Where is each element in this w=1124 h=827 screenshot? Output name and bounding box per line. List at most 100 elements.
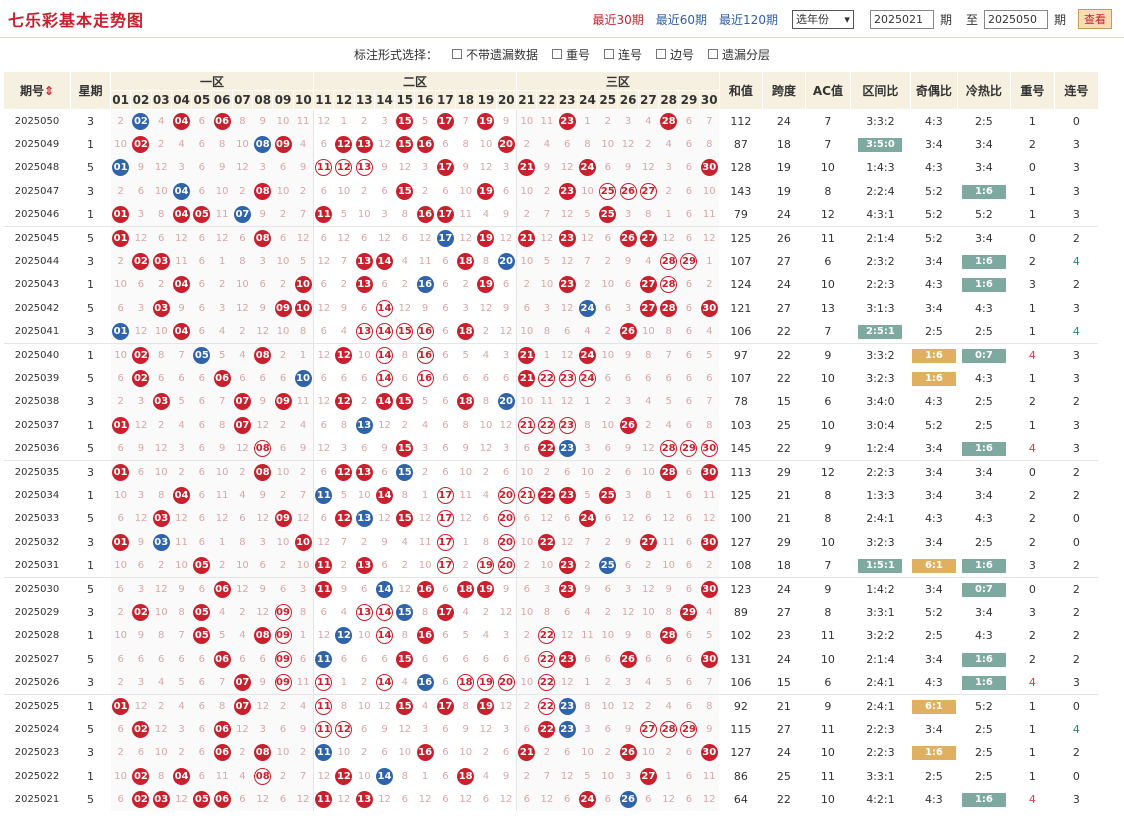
from-period-input[interactable]: 2025021 [869, 9, 934, 29]
zone-ratio-header: 区间比 [849, 71, 911, 110]
checkbox[interactable] [708, 49, 719, 59]
option-consecutive[interactable]: 连号 [604, 46, 642, 63]
number-cell: 8 [211, 693, 233, 718]
consecutive-cell: 2 [1072, 746, 1080, 760]
checkbox[interactable] [656, 49, 667, 59]
number-cell: 8 [475, 390, 497, 414]
hot-cold-cell: 2:5 [975, 769, 993, 783]
checkbox[interactable] [451, 49, 462, 59]
consecutive-cell: 3 [1072, 418, 1080, 432]
number-cell: 6 [272, 787, 294, 812]
period-120-link[interactable]: 最近120期 [719, 11, 778, 28]
number-cell: 9 [252, 483, 273, 508]
number-cell: 9 [252, 670, 273, 695]
query-button[interactable]: 查看 [1078, 9, 1112, 29]
number-cell: 6 [191, 576, 212, 601]
to-period-input[interactable]: 2025050 [983, 9, 1048, 29]
drawn-ball: 08 [254, 229, 272, 247]
number-cell: 6 [597, 576, 618, 601]
number-cell: 12 [130, 320, 152, 344]
number-cell: 19 [475, 273, 497, 297]
odd-even-cell: 4:3 [925, 161, 943, 175]
number-cell: 7 [211, 670, 233, 695]
number-cell: 17 [435, 108, 456, 133]
special-ball: 16 [416, 276, 434, 294]
consecutive-cell: 3 [1072, 161, 1080, 175]
number-cell: 7 [455, 108, 476, 133]
ac-cell: 12 [820, 208, 835, 221]
number-cell: 4 [475, 764, 497, 788]
odd-even-cell: 5:2 [925, 605, 943, 619]
drawn-ball: 02 [132, 253, 150, 271]
period-30-link[interactable]: 最近30期 [592, 11, 643, 28]
zone-ratio-cell: 3:4:0 [866, 395, 895, 409]
number-cell: 3 [617, 576, 639, 601]
repeat-cell: 2 [1028, 629, 1036, 643]
number-header-23: 23 [556, 90, 578, 110]
highlight-tag: 0:7 [961, 348, 1006, 363]
number-cell: 11 [312, 483, 334, 508]
number-cell: 5 [293, 249, 314, 274]
period-header[interactable]: 期号⇕ [3, 71, 71, 110]
number-cell: 17 [435, 693, 456, 718]
zone-ratio-cell: 2:5:1 [850, 320, 910, 343]
period-60-link[interactable]: 最近60期 [656, 11, 707, 28]
number-cell: 4 [171, 693, 192, 718]
number-cell: 24 [577, 342, 598, 367]
number-cell: 6 [252, 366, 273, 391]
drawn-ball: 21 [518, 229, 536, 247]
hot-cold-cell: 1:6 [957, 788, 1010, 811]
number-cell: 14 [374, 764, 395, 788]
number-cell: 26 [617, 413, 639, 437]
number-cell: 12 [312, 624, 334, 648]
sum-cell: 107 [730, 371, 752, 385]
number-cell: 8 [171, 600, 192, 625]
period-cell: 2025025 [3, 693, 71, 718]
drawn-ball: 02 [132, 720, 150, 738]
drawn-ball: 19 [477, 112, 495, 130]
odd-even-cell: 4:3 [925, 512, 943, 526]
number-cell: 2 [577, 553, 598, 578]
number-cell: 29 [678, 717, 700, 742]
number-cell: 6 [293, 647, 314, 671]
drawn-ball: 22 [538, 697, 556, 715]
option-repeat[interactable]: 重号 [551, 46, 590, 63]
number-cell: 8 [151, 342, 172, 367]
number-cell: 6 [191, 670, 212, 695]
week-header: 星期 [70, 71, 111, 110]
repeat-cell: 1 [1010, 108, 1055, 133]
number-cell: 27 [638, 717, 659, 742]
number-cell: 12 [617, 132, 639, 157]
number-cell: 12 [557, 249, 578, 274]
number-cell: 9 [211, 156, 233, 180]
span-cell: 22 [776, 441, 791, 455]
highlight-tag: 1:6 [961, 441, 1006, 456]
number-cell: 6 [354, 366, 375, 391]
drawn-ball: 20 [497, 510, 515, 528]
option-edge[interactable]: 边号 [656, 46, 694, 63]
number-cell: 10 [699, 179, 720, 204]
number-cell: 4 [293, 413, 314, 437]
number-cell: 6 [232, 366, 253, 391]
ac-cell: 11 [820, 722, 835, 736]
number-cell: 3 [658, 156, 679, 180]
number-cell: 16 [414, 273, 436, 297]
number-cell: 3 [414, 436, 436, 461]
drawn-ball: 22 [538, 486, 556, 504]
option-no-missing[interactable]: 不带遗漏数据 [451, 46, 538, 63]
number-cell: 19 [475, 553, 497, 578]
number-cell: 11 [414, 530, 436, 554]
option-layer[interactable]: 遗漏分层 [708, 46, 770, 63]
number-cell: 3 [130, 203, 152, 227]
checkbox[interactable] [604, 49, 614, 59]
number-cell: 12 [374, 225, 395, 250]
number-cell: 30 [699, 156, 720, 180]
number-cell: 16 [414, 741, 436, 765]
number-cell: 4 [394, 530, 415, 554]
checkbox[interactable] [551, 49, 562, 59]
number-cell: 11 [536, 108, 558, 133]
number-cell: 6 [435, 366, 456, 391]
number-cell: 10 [515, 249, 537, 274]
number-cell: 2 [414, 179, 436, 204]
year-select[interactable]: 选年份 ▾ [791, 9, 854, 29]
